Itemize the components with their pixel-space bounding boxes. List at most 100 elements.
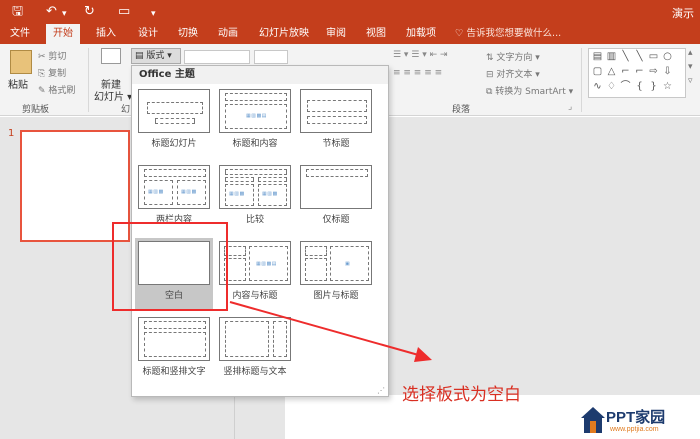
align-text-icon: ⊟ (486, 70, 497, 80)
triangle-shape-icon[interactable]: △ (605, 67, 618, 77)
layout-name: 标题和竖排文字 (142, 367, 206, 377)
presentation-start-icon[interactable]: ▭ (118, 4, 130, 20)
paragraph-launcher-icon[interactable]: ⌟ (568, 102, 572, 112)
brace-shape-icon[interactable]: { (633, 82, 646, 92)
save-icon[interactable]: 🖫 (12, 4, 23, 20)
layout-name: 标题幻灯片 (151, 139, 197, 149)
tab-design[interactable]: 设计 (134, 24, 162, 44)
tab-review[interactable]: 审阅 (322, 24, 350, 44)
layout-title-only[interactable]: 仅标题 (297, 162, 375, 234)
layout-name: 节标题 (322, 139, 350, 149)
smartart-icon: ⧉ (486, 87, 496, 97)
layout-title-content[interactable]: ▦▥▩▤ 标题和内容 (216, 86, 294, 158)
resize-grip-icon[interactable]: ⋰ (377, 386, 385, 395)
tab-transitions[interactable]: 切换 (174, 24, 202, 44)
lightbulb-icon: ♡ (455, 28, 467, 39)
rounded-rect-shape-icon[interactable]: ▢ (591, 67, 604, 77)
star-shape-icon[interactable]: ☆ (661, 82, 674, 92)
tab-slideshow[interactable]: 幻灯片放映 (256, 24, 312, 44)
tab-addins[interactable]: 加载项 (402, 24, 440, 44)
layout-button-label: 版式 (146, 51, 165, 61)
arrow-right-shape-icon[interactable]: ⇨ (647, 67, 660, 77)
freeform-shape-icon[interactable]: ♢ (605, 82, 618, 92)
connector-shape-icon[interactable]: ⌐ (619, 67, 632, 77)
window-title: 演示 (672, 7, 694, 20)
layout-name: 竖排标题与文本 (223, 367, 287, 377)
font-size-field[interactable] (254, 50, 288, 64)
watermark-brand: PPT家园 (606, 409, 666, 426)
text-direction-icon: ⇅ (486, 53, 497, 63)
line-shape-icon[interactable]: ╲ (633, 52, 646, 62)
highlight-box (112, 222, 228, 311)
layout-title-vertical-text[interactable]: 标题和竖排文字 (135, 314, 213, 386)
copy-button[interactable]: ⎘ 复制 (38, 66, 66, 79)
watermark-url: www.pptjia.com (610, 426, 659, 433)
tab-view[interactable]: 视图 (362, 24, 390, 44)
customize-toolbar-icon[interactable]: ▾ (151, 6, 156, 22)
layout-thumbnail: ▦▥▩ ▦▥▩ (219, 165, 291, 209)
layout-name: 图片与标题 (313, 291, 359, 301)
copy-label: 复制 (48, 69, 67, 79)
cut-button[interactable]: ✂ 剪切 (38, 49, 66, 62)
gallery-scroll-down-icon[interactable]: ▾ (688, 62, 693, 72)
tab-insert[interactable]: 插入 (92, 24, 120, 44)
paste-button[interactable]: 粘贴 (8, 76, 28, 91)
layout-thumbnail (138, 89, 210, 133)
arc-shape-icon[interactable]: ⌒ (619, 82, 632, 92)
new-slide-label: 幻灯片 (94, 92, 124, 103)
textbox-vertical-shape-icon[interactable]: ▥ (605, 52, 618, 62)
tab-animations[interactable]: 动画 (214, 24, 242, 44)
group-divider (581, 48, 582, 112)
new-slide-label-line2[interactable]: 幻灯片 ▾ (94, 88, 132, 103)
layout-thumbnail: ▦▥▩▤ (219, 241, 291, 285)
house-logo-icon (581, 407, 605, 433)
redo-icon[interactable]: ↻ (84, 4, 95, 20)
layout-thumbnail: ▦▥▩▤ (219, 89, 291, 133)
layout-button[interactable]: ▤ 版式 ▾ (131, 48, 181, 64)
align-text-button[interactable]: ⊟ 对齐文本 ▾ (486, 67, 540, 80)
dropdown-header: Office 主题 (132, 66, 388, 84)
layout-thumbnail (138, 317, 210, 361)
oval-shape-icon[interactable]: ○ (661, 52, 674, 62)
layout-picture-caption[interactable]: ▣ 图片与标题 (297, 238, 375, 310)
tab-home[interactable]: 开始 (46, 24, 80, 44)
layout-section-header[interactable]: 节标题 (297, 86, 375, 158)
list-buttons[interactable]: ☰ ▾ ☰ ▾ ⇤ ⇥ (393, 50, 448, 60)
gallery-scroll-up-icon[interactable]: ▴ (688, 48, 693, 58)
layout-vertical-title-text[interactable]: 竖排标题与文本 (216, 314, 294, 386)
rectangle-shape-icon[interactable]: ▭ (647, 52, 660, 62)
shapes-gallery[interactable]: ▤ ▥ ╲ ╲ ▭ ○ ▢ △ ⌐ ⌐ ⇨ ⇩ ∿ ♢ ⌒ { } ☆ (588, 48, 686, 98)
smartart-button[interactable]: ⧉ 转换为 SmartArt ▾ (486, 84, 573, 97)
gallery-more-icon[interactable]: ▿ (688, 76, 693, 86)
align-text-label: 对齐文本 (496, 70, 533, 80)
tell-me-search[interactable]: ♡ 告诉我您想要做什么... (455, 24, 561, 44)
font-name-field[interactable] (184, 50, 250, 64)
canvas-divider (234, 395, 235, 439)
align-buttons[interactable]: ≡ ≡ ≡ ≡ ≡ (393, 68, 442, 78)
cut-label: 剪切 (48, 52, 67, 62)
curve-shape-icon[interactable]: ∿ (591, 82, 604, 92)
connector-shape-icon[interactable]: ⌐ (633, 67, 646, 77)
layout-thumbnail (300, 89, 372, 133)
undo-icon[interactable]: ↶ (46, 4, 57, 20)
slides-group-label: 幻 (121, 105, 131, 115)
paste-icon[interactable] (10, 50, 32, 74)
new-slide-icon[interactable] (101, 48, 121, 64)
layout-name: 仅标题 (322, 215, 350, 225)
textbox-shape-icon[interactable]: ▤ (591, 52, 604, 62)
brace-shape-icon[interactable]: } (647, 82, 660, 92)
clipboard-group-label: 剪贴板 (22, 105, 50, 115)
undo-dropdown-icon[interactable]: ▾ (62, 6, 67, 22)
line-shape-icon[interactable]: ╲ (619, 52, 632, 62)
arrow-down-shape-icon[interactable]: ⇩ (661, 67, 674, 77)
tell-me-placeholder: 告诉我您想要做什么... (466, 28, 562, 39)
format-painter-button[interactable]: ✎ 格式刷 (38, 83, 75, 96)
ribbon-tabs: 文件 开始 插入 设计 切换 动画 幻灯片放映 审阅 视图 加载项 ♡ 告诉我您… (0, 24, 700, 44)
layout-name: 标题和内容 (232, 139, 278, 149)
layout-title-slide[interactable]: 标题幻灯片 (135, 86, 213, 158)
brush-icon: ✎ (38, 86, 49, 96)
tab-file[interactable]: 文件 (6, 24, 34, 44)
copy-icon: ⎘ (38, 69, 49, 79)
layout-icon: ▤ (135, 51, 147, 61)
text-direction-button[interactable]: ⇅ 文字方向 ▾ (486, 50, 540, 63)
